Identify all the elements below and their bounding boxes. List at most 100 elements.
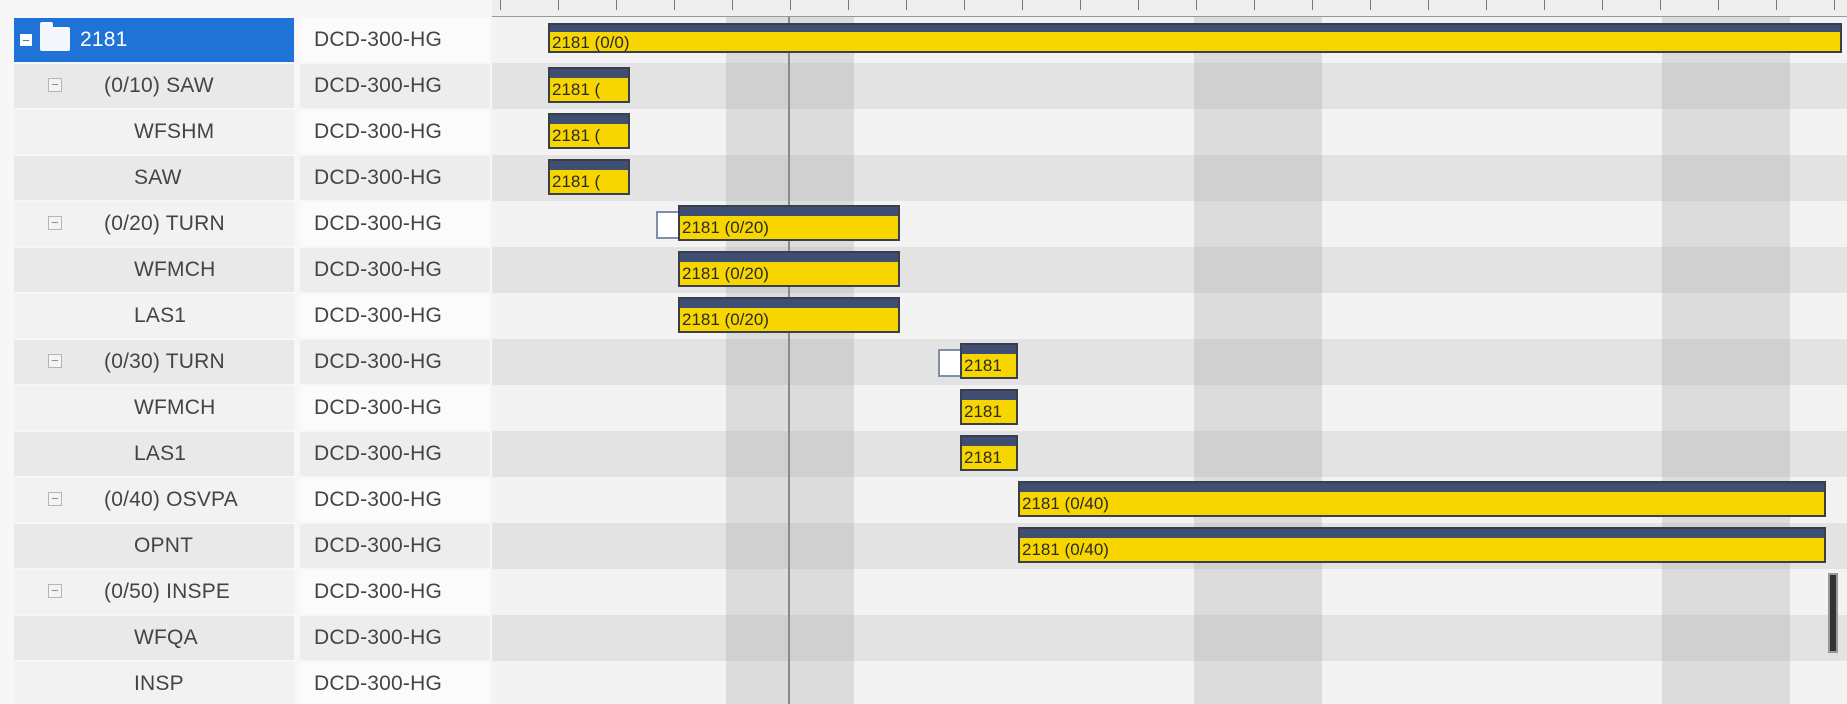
task-name-cell[interactable]: LAS1 <box>14 432 294 476</box>
table-row[interactable]: − 2181 DCD-300-HG <box>14 18 492 64</box>
table-row[interactable]: OPNT DCD-300-HG <box>14 524 492 570</box>
task-name: (0/40) OSVPA <box>104 488 238 511</box>
resource-cell[interactable]: DCD-300-HG <box>300 156 490 200</box>
chart-row-band <box>492 385 1847 431</box>
resource-cell[interactable]: DCD-300-HG <box>300 294 490 338</box>
ruler-tick <box>1312 0 1313 10</box>
table-row[interactable]: LAS1 DCD-300-HG <box>14 294 492 340</box>
ruler-tick <box>674 0 675 10</box>
table-row[interactable]: − (0/30) TURN DCD-300-HG <box>14 340 492 386</box>
minus-box-icon[interactable]: − <box>20 34 32 47</box>
task-name-cell[interactable]: WFQA <box>14 616 294 660</box>
gantt-task-bar[interactable]: 2181 ( <box>548 67 630 103</box>
resource-cell[interactable]: DCD-300-HG <box>300 110 490 154</box>
minus-box-icon[interactable]: − <box>48 354 62 368</box>
resource-cell[interactable]: DCD-300-HG <box>300 570 490 614</box>
ruler-tick <box>1428 0 1429 10</box>
resource-cell[interactable]: DCD-300-HG <box>300 432 490 476</box>
table-row[interactable]: WFMCH DCD-300-HG <box>14 248 492 294</box>
milestone-marker[interactable] <box>1828 573 1838 653</box>
ruler-tick <box>1718 0 1719 10</box>
ruler-tick <box>1486 0 1487 10</box>
minus-box-icon[interactable]: − <box>48 78 62 92</box>
task-name: WFQA <box>134 626 198 649</box>
task-name-cell[interactable]: WFSHM <box>14 110 294 154</box>
minus-box-icon[interactable]: − <box>48 584 62 598</box>
gantt-task-bar[interactable]: 2181 <box>960 389 1018 425</box>
ruler-tick <box>1080 0 1081 10</box>
weekend-shading <box>1662 17 1790 704</box>
task-name-cell[interactable]: WFMCH <box>14 386 294 430</box>
resource-cell[interactable]: DCD-300-HG <box>300 202 490 246</box>
resource-cell[interactable]: DCD-300-HG <box>300 524 490 568</box>
gantt-task-bar[interactable]: 2181 ( <box>548 113 630 149</box>
ruler-tick <box>1834 0 1835 10</box>
minus-box-icon[interactable]: − <box>48 492 62 506</box>
task-name-cell[interactable]: − (0/10) SAW <box>14 64 294 108</box>
table-row[interactable]: WFQA DCD-300-HG <box>14 616 492 662</box>
resource-cell[interactable]: DCD-300-HG <box>300 616 490 660</box>
dependency-link-box[interactable] <box>656 211 680 239</box>
table-row[interactable]: LAS1 DCD-300-HG <box>14 432 492 478</box>
gantt-task-bar[interactable]: 2181 (0/40) <box>1018 481 1826 517</box>
ruler-tick <box>906 0 907 10</box>
ruler-tick <box>1776 0 1777 10</box>
task-name-cell[interactable]: − (0/20) TURN <box>14 202 294 246</box>
gantt-task-bar[interactable]: 2181 ( <box>548 159 630 195</box>
chart-row-band <box>492 155 1847 201</box>
resource-cell[interactable]: DCD-300-HG <box>300 386 490 430</box>
weekend-shading <box>1194 17 1322 704</box>
gantt-task-bar[interactable]: 2181 <box>960 343 1018 379</box>
task-name: (0/50) INSPE <box>104 580 231 603</box>
gantt-task-bar[interactable]: 2181 (0/20) <box>678 297 900 333</box>
ruler-tick <box>1370 0 1371 10</box>
table-row[interactable]: INSP DCD-300-HG <box>14 662 492 704</box>
resource-cell[interactable]: DCD-300-HG <box>300 18 490 62</box>
task-name-cell[interactable]: − (0/50) INSPE <box>14 570 294 614</box>
table-row[interactable]: SAW DCD-300-HG <box>14 156 492 202</box>
resource-cell[interactable]: DCD-300-HG <box>300 478 490 522</box>
gantt-chart[interactable]: 2181 (0/0) 2181 ( 2181 ( 2181 ( 2181 (0/… <box>492 17 1847 704</box>
task-name-cell[interactable]: LAS1 <box>14 294 294 338</box>
gantt-task-bar[interactable]: 2181 (0/20) <box>678 205 900 241</box>
task-name-cell[interactable]: − 2181 <box>14 18 294 62</box>
task-name-cell[interactable]: SAW <box>14 156 294 200</box>
task-name: WFMCH <box>134 396 216 419</box>
minus-box-icon[interactable]: − <box>48 216 62 230</box>
ruler-tick <box>616 0 617 10</box>
gantt-task-bar[interactable]: 2181 (0/40) <box>1018 527 1826 563</box>
chart-row-band <box>492 569 1847 615</box>
ruler-tick <box>848 0 849 10</box>
ruler-tick <box>964 0 965 10</box>
resource-cell[interactable]: DCD-300-HG <box>300 340 490 384</box>
task-name-cell[interactable]: − (0/30) TURN <box>14 340 294 384</box>
chart-row-band <box>492 339 1847 385</box>
ruler-tick <box>1022 0 1023 10</box>
table-row[interactable]: − (0/40) OSVPA DCD-300-HG <box>14 478 492 524</box>
gantt-task-bar[interactable]: 2181 (0/20) <box>678 251 900 287</box>
table-row[interactable]: − (0/10) SAW DCD-300-HG <box>14 64 492 110</box>
table-row[interactable]: − (0/50) INSPE DCD-300-HG <box>14 570 492 616</box>
folder-icon <box>40 22 70 51</box>
ruler-tick <box>1254 0 1255 10</box>
resource-cell[interactable]: DCD-300-HG <box>300 662 490 704</box>
task-name-cell[interactable]: − (0/40) OSVPA <box>14 478 294 522</box>
gantt-app: − 2181 DCD-300-HG − (0/10) SAW DCD-300-H… <box>0 0 1847 704</box>
table-row[interactable]: WFSHM DCD-300-HG <box>14 110 492 156</box>
task-name: SAW <box>134 166 182 189</box>
ruler-tick <box>732 0 733 10</box>
gantt-task-bar[interactable]: 2181 <box>960 435 1018 471</box>
table-row[interactable]: − (0/20) TURN DCD-300-HG <box>14 202 492 248</box>
table-row[interactable]: WFMCH DCD-300-HG <box>14 386 492 432</box>
ruler-tick <box>1544 0 1545 10</box>
task-name: INSP <box>134 672 184 695</box>
ruler-tick <box>1602 0 1603 10</box>
task-name-cell[interactable]: WFMCH <box>14 248 294 292</box>
timeline-ruler <box>492 0 1847 17</box>
dependency-link-box[interactable] <box>938 349 962 377</box>
resource-cell[interactable]: DCD-300-HG <box>300 248 490 292</box>
task-name-cell[interactable]: INSP <box>14 662 294 704</box>
task-name-cell[interactable]: OPNT <box>14 524 294 568</box>
resource-cell[interactable]: DCD-300-HG <box>300 64 490 108</box>
gantt-summary-bar[interactable]: 2181 (0/0) <box>548 23 1842 53</box>
